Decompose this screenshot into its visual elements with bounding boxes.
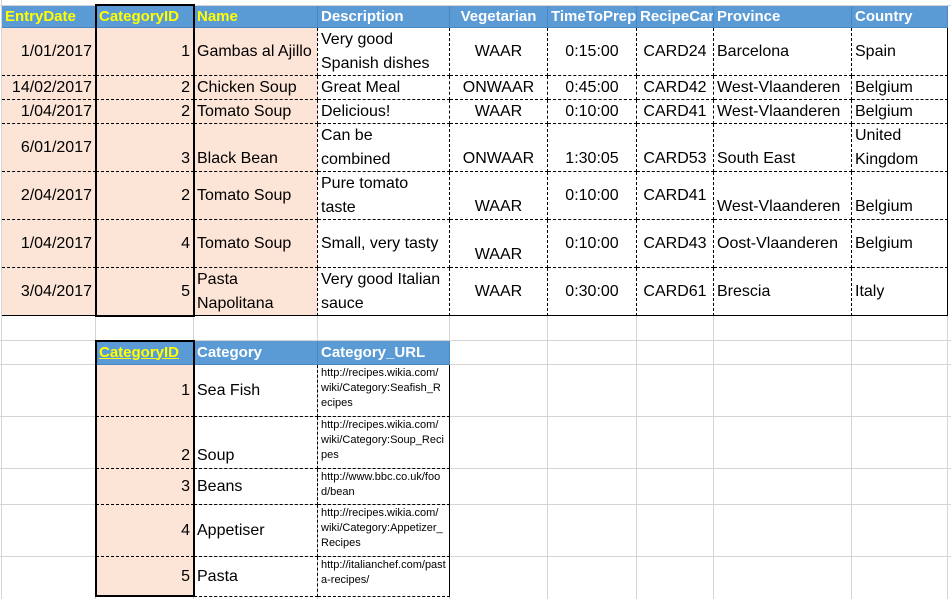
recipe-cell-province[interactable]: West-Vlaanderen (714, 172, 852, 220)
category-cell-category_url[interactable]: http://recipes.wikia.com/wiki/Category:A… (318, 505, 450, 557)
recipe-cell-categoryid[interactable]: 2 (96, 76, 194, 100)
category-cell-category[interactable]: Sea Fish (194, 365, 318, 417)
recipe-cell-timetoprep[interactable]: 0:10:00 (548, 100, 637, 124)
recipe-cell-recipecard[interactable]: CARD43 (637, 220, 714, 268)
recipe-cell-province[interactable]: South East (714, 124, 852, 172)
recipe-cell-recipecard[interactable]: CARD24 (637, 28, 714, 76)
recipe-cell-categoryid[interactable]: 2 (96, 100, 194, 124)
recipe-cell-recipecard[interactable]: CARD53 (637, 124, 714, 172)
recipe-cell-timetoprep[interactable]: 0:45:00 (548, 76, 637, 100)
recipe-cell-description[interactable]: Very good Italian sauce (318, 268, 450, 316)
recipe-cell-vegetarian[interactable]: WAAR (450, 172, 548, 220)
recipe-cell-recipecard[interactable]: CARD42 (637, 76, 714, 100)
category-cell-category[interactable]: Soup (194, 417, 318, 469)
recipe-cell-province[interactable]: Brescia (714, 268, 852, 316)
recipe-cell-categoryid[interactable]: 2 (96, 172, 194, 220)
column-header-categoryid[interactable]: CategoryID (96, 6, 194, 28)
column-header-entrydate[interactable]: EntryDate (2, 6, 96, 28)
recipe-cell-entrydate[interactable]: 6/01/2017 (2, 124, 96, 172)
category-cell-category_url[interactable]: http://recipes.wikia.com/wiki/Category:S… (318, 365, 450, 417)
category-header-categoryid[interactable]: CategoryID (96, 341, 194, 365)
recipe-cell-categoryid[interactable]: 5 (96, 268, 194, 316)
category-cell-category_url[interactable]: http://recipes.wikia.com/wiki/Category:S… (318, 417, 450, 469)
recipe-cell-name[interactable]: Gambas al Ajillo (194, 28, 318, 76)
recipe-cell-timetoprep[interactable]: 0:10:00 (548, 220, 637, 268)
recipe-cell-country[interactable]: Italy (852, 268, 948, 316)
recipe-cell-entrydate[interactable]: 1/01/2017 (2, 28, 96, 76)
column-header-recipecard[interactable]: RecipeCard (637, 6, 714, 28)
table-edge (449, 365, 450, 597)
recipe-cell-province[interactable]: West-Vlaanderen (714, 76, 852, 100)
recipe-cell-entrydate[interactable]: 1/04/2017 (2, 220, 96, 268)
category-cell-categoryid[interactable]: 1 (96, 365, 194, 417)
recipe-cell-entrydate[interactable]: 3/04/2017 (2, 268, 96, 316)
category-header-category[interactable]: Category (194, 341, 318, 365)
category-cell-categoryid[interactable]: 4 (96, 505, 194, 557)
recipe-cell-description[interactable]: Can be combined (318, 124, 450, 172)
column-header-vegetarian[interactable]: Vegetarian (450, 6, 548, 28)
recipe-cell-vegetarian[interactable]: WAAR (450, 220, 548, 268)
category-header-category_url[interactable]: Category_URL (318, 341, 450, 365)
category-cell-categoryid[interactable]: 3 (96, 469, 194, 505)
recipe-cell-categoryid[interactable]: 4 (96, 220, 194, 268)
table-edge (947, 28, 948, 316)
recipe-cell-vegetarian[interactable]: WAAR (450, 28, 548, 76)
recipe-cell-country[interactable]: United Kingdom (852, 124, 948, 172)
recipe-cell-country[interactable]: Spain (852, 28, 948, 76)
category-cell-categoryid[interactable]: 2 (96, 417, 194, 469)
recipe-cell-timetoprep[interactable]: 1:30:05 (548, 124, 637, 172)
recipe-cell-entrydate[interactable]: 14/02/2017 (2, 76, 96, 100)
recipe-cell-country[interactable]: Belgium (852, 100, 948, 124)
category-cell-category[interactable]: Pasta (194, 557, 318, 597)
recipe-cell-timetoprep[interactable]: 0:15:00 (548, 28, 637, 76)
recipe-cell-timetoprep[interactable]: 0:30:00 (548, 268, 637, 316)
recipe-cell-province[interactable]: Barcelona (714, 28, 852, 76)
recipe-cell-name[interactable]: Tomato Soup (194, 220, 318, 268)
recipe-cell-description[interactable]: Small, very tasty (318, 220, 450, 268)
recipe-cell-description[interactable]: Pure tomato taste (318, 172, 450, 220)
recipe-cell-name[interactable]: Pasta Napolitana (194, 268, 318, 316)
recipe-cell-name[interactable]: Tomato Soup (194, 100, 318, 124)
recipe-cell-timetoprep[interactable]: 0:10:00 (548, 172, 637, 220)
category-cell-category_url[interactable]: http://italianchef.com/pasta-recipes/ (318, 557, 450, 597)
column-header-name[interactable]: Name (194, 6, 318, 28)
recipe-cell-name[interactable]: Black Bean (194, 124, 318, 172)
table-edge (2, 315, 948, 316)
recipe-cell-country[interactable]: Belgium (852, 172, 948, 220)
category-cell-category[interactable]: Appetiser (194, 505, 318, 557)
recipe-cell-name[interactable]: Tomato Soup (194, 172, 318, 220)
recipe-cell-description[interactable]: Delicious! (318, 100, 450, 124)
recipe-cell-province[interactable]: Oost-Vlaanderen (714, 220, 852, 268)
recipe-cell-province[interactable]: West-Vlaanderen (714, 100, 852, 124)
category-cell-category_url[interactable]: http://www.bbc.co.uk/food/bean (318, 469, 450, 505)
recipe-cell-vegetarian[interactable]: ONWAAR (450, 124, 548, 172)
column-header-country[interactable]: Country (852, 6, 948, 28)
category-cell-category[interactable]: Beans (194, 469, 318, 505)
spreadsheet-grid[interactable]: EntryDate CategoryID Name Description Vegeta… (0, 0, 951, 599)
column-header-description[interactable]: Description (318, 6, 450, 28)
recipe-cell-vegetarian[interactable]: WAAR (450, 100, 548, 124)
recipe-cell-vegetarian[interactable]: WAAR (450, 268, 548, 316)
recipe-cell-recipecard[interactable]: CARD41 (637, 100, 714, 124)
column-header-timetoprep[interactable]: TimeToPrep (548, 6, 637, 28)
recipe-cell-name[interactable]: Chicken Soup (194, 76, 318, 100)
recipe-cell-recipecard[interactable]: CARD61 (637, 268, 714, 316)
recipe-cell-description[interactable]: Very good Spanish dishes (318, 28, 450, 76)
recipe-cell-recipecard[interactable]: CARD41 (637, 172, 714, 220)
recipe-cell-country[interactable]: Belgium (852, 220, 948, 268)
category-cell-categoryid[interactable]: 5 (96, 557, 194, 597)
recipe-cell-categoryid[interactable]: 3 (96, 124, 194, 172)
recipe-cell-country[interactable]: Belgium (852, 76, 948, 100)
recipe-cell-description[interactable]: Great Meal (318, 76, 450, 100)
recipe-cell-entrydate[interactable]: 2/04/2017 (2, 172, 96, 220)
column-header-province[interactable]: Province (714, 6, 852, 28)
recipe-cell-categoryid[interactable]: 1 (96, 28, 194, 76)
recipe-cell-entrydate[interactable]: 1/04/2017 (2, 100, 96, 124)
recipe-cell-vegetarian[interactable]: ONWAAR (450, 76, 548, 100)
